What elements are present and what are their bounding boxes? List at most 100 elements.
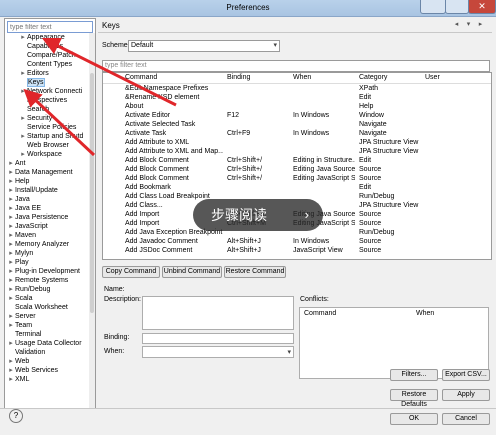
expand-arrow-icon[interactable]: ▸ [7,258,15,267]
tree-item[interactable]: ▸ Java EE [5,204,89,213]
tree-item[interactable]: ▸ Web Services [5,366,89,375]
export-csv-button[interactable]: Export CSV... [442,369,490,381]
tree-item[interactable]: Keys [5,78,89,87]
tree-item[interactable]: Compare/Patch [5,51,89,60]
column-header-command[interactable]: Command [125,74,223,81]
expand-arrow-icon[interactable]: ▸ [19,69,27,78]
column-header-binding[interactable]: Binding [227,74,289,81]
history-dropdown-icon[interactable]: ▾ [464,20,473,29]
tree-item[interactable]: Validation [5,348,89,357]
table-row[interactable]: Activate Task Ctrl+F9 In Windows Navigate [103,129,491,138]
copy-command-button[interactable]: Copy Command [102,266,160,278]
table-row[interactable]: Add JSDoc Comment Alt+Shift+J JavaScript V… [103,246,491,255]
help-icon[interactable]: ? [9,409,23,423]
tree-item[interactable]: ▸ Workspace [5,150,89,159]
table-row[interactable]: Activate Editor F12 In Windows Window [103,111,491,120]
tree-item[interactable]: ▸ Team [5,321,89,330]
expand-arrow-icon[interactable]: ▸ [7,213,15,222]
tree-item[interactable]: ▸ Startup and Shutd [5,132,89,141]
keys-filter-input[interactable]: type filter text [102,60,490,72]
expand-arrow-icon[interactable]: ▸ [19,87,27,96]
tree-item[interactable]: ▸ Server [5,312,89,321]
expand-arrow-icon[interactable]: ▸ [7,276,15,285]
tree-item[interactable]: ▸ Install/Update [5,186,89,195]
expand-arrow-icon[interactable]: ▸ [7,285,15,294]
tree-scrollbar[interactable] [89,33,95,409]
tree-item[interactable]: ▸ Memory Analyzer [5,240,89,249]
expand-arrow-icon[interactable]: ▸ [7,240,15,249]
tree-item[interactable]: ▸ Scala [5,294,89,303]
table-row[interactable]: &Edit Namespace Prefixes XPath [103,84,491,93]
expand-arrow-icon[interactable]: ▸ [7,312,15,321]
tree-item[interactable]: ▸ Network Connecti [5,87,89,96]
expand-arrow-icon[interactable]: ▸ [7,366,15,375]
tree-item[interactable]: Perspectives [5,96,89,105]
expand-arrow-icon[interactable]: ▸ [7,186,15,195]
tree-item[interactable]: Scala Worksheet [5,303,89,312]
tree-item[interactable]: ▸ Editors [5,69,89,78]
tree-item[interactable]: Capabilities [5,42,89,51]
table-row[interactable]: Add Block Comment Ctrl+Shift+/ Editing Jav… [103,174,491,183]
expand-arrow-icon[interactable]: ▸ [19,114,27,123]
expand-arrow-icon[interactable]: ▸ [7,222,15,231]
column-header-category[interactable]: Category [359,74,423,81]
table-row[interactable]: &Rename XSD element Edit [103,93,491,102]
tree-item[interactable]: ▸ Play [5,258,89,267]
tree-filter-input[interactable] [7,21,93,33]
column-header-user[interactable]: User [425,74,485,81]
expand-arrow-icon[interactable]: ▸ [7,195,15,204]
expand-arrow-icon[interactable]: ▸ [19,150,27,159]
tree-item[interactable]: ▸ Mylyn [5,249,89,258]
table-row[interactable]: Add Javadoc Comment Alt+Shift+J In Windows… [103,237,491,246]
tree-item[interactable]: ▸ Remote Systems [5,276,89,285]
binding-field[interactable] [142,333,294,344]
step-reading-overlay[interactable]: 步骤阅读 › [193,199,323,231]
tree-item[interactable]: Search [5,105,89,114]
tree-item[interactable]: ▸ Data Management [5,168,89,177]
expand-arrow-icon[interactable]: ▸ [7,249,15,258]
expand-arrow-icon[interactable]: ▸ [7,339,15,348]
tree-item[interactable]: ▸ Plug-in Development [5,267,89,276]
tree-item[interactable]: Web Browser [5,141,89,150]
expand-arrow-icon[interactable]: ▸ [7,204,15,213]
expand-arrow-icon[interactable]: ▸ [7,159,15,168]
unbind-command-button[interactable]: Unbind Command [162,266,222,278]
tree-item[interactable]: ▸ Usage Data Collector [5,339,89,348]
expand-arrow-icon[interactable]: ▸ [7,357,15,366]
tree-item[interactable]: ▸ XML [5,375,89,384]
tree-item[interactable]: Service Policies [5,123,89,132]
apply-button[interactable]: Apply [442,389,490,401]
cancel-button[interactable]: Cancel [442,413,490,425]
expand-arrow-icon[interactable]: ▸ [19,33,27,42]
description-field[interactable] [142,296,294,330]
scheme-select[interactable]: Default ▾ [128,40,280,52]
expand-arrow-icon[interactable]: ▸ [7,294,15,303]
table-row[interactable]: Add Bookmark Edit [103,183,491,192]
tree-item[interactable]: Terminal [5,330,89,339]
table-row[interactable]: Add Block Comment Ctrl+Shift+/ Editing in … [103,156,491,165]
minimize-button[interactable] [420,0,446,14]
table-row[interactable]: Add Attribute to XML and Map... JPA Struc… [103,147,491,156]
expand-arrow-icon[interactable]: ▸ [7,177,15,186]
expand-arrow-icon[interactable]: ▸ [7,231,15,240]
tree-item[interactable]: ▸ Maven [5,231,89,240]
tree-item[interactable]: ▸ Appearance [5,33,89,42]
expand-arrow-icon[interactable]: ▸ [19,132,27,141]
tree-item[interactable]: ▸ Security [5,114,89,123]
expand-arrow-icon[interactable]: ▸ [7,321,15,330]
tree-item[interactable]: ▸ Run/Debug [5,285,89,294]
maximize-button[interactable] [445,0,469,14]
forward-arrow-icon[interactable]: ▸ [476,20,485,29]
tree-scrollbar-thumb[interactable] [90,73,94,313]
expand-arrow-icon[interactable]: ▸ [7,375,15,384]
table-row[interactable]: Activate Selected Task Navigate [103,120,491,129]
table-row[interactable]: Add Attribute to XML JPA Structure View [103,138,491,147]
tree-item[interactable]: Content Types [5,60,89,69]
tree-item[interactable]: ▸ Help [5,177,89,186]
table-row[interactable]: Add Block Comment Ctrl+Shift+/ Editing Jav… [103,165,491,174]
ok-button[interactable]: OK [390,413,438,425]
filters-button[interactable]: Filters... [390,369,438,381]
tree-item[interactable]: ▸ Java Persistence [5,213,89,222]
when-select[interactable]: ▾ [142,346,294,358]
expand-arrow-icon[interactable]: ▸ [7,168,15,177]
